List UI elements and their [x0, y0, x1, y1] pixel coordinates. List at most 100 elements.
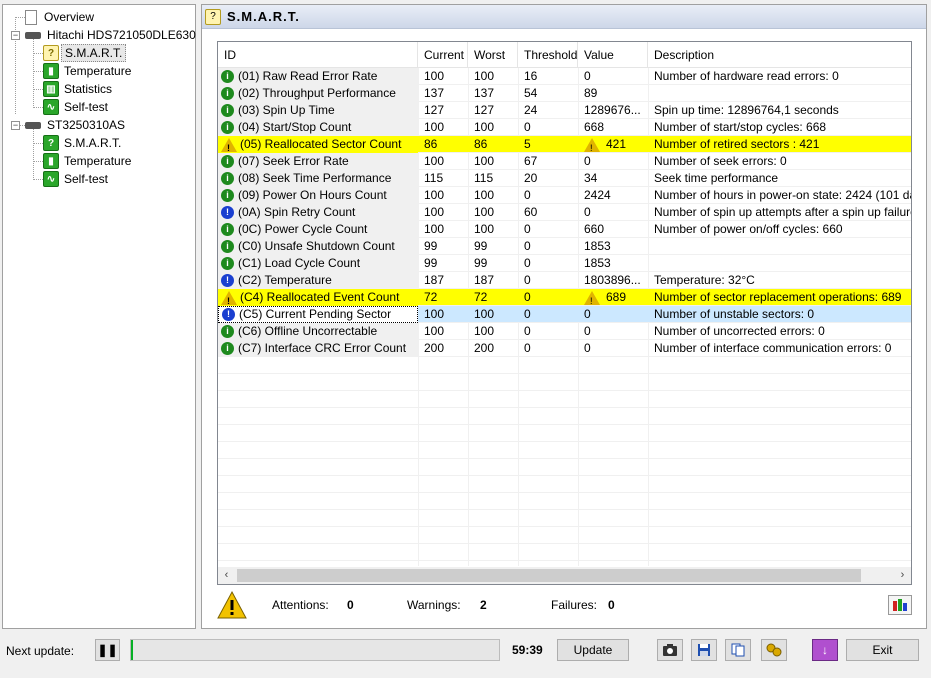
tree-item-smart-1[interactable]: ? S.M.A.R.T. — [43, 44, 127, 62]
ok-icon: i — [221, 240, 234, 253]
tree-item-selftest-1[interactable]: ∿ Self-test — [43, 98, 111, 116]
cell-text: 0 — [584, 205, 591, 219]
panel-title: S.M.A.R.T. — [227, 9, 300, 24]
cell-text: 100 — [424, 324, 445, 338]
table-row[interactable]: ! (0A) Spin Retry Count 100 100 60 0 Number of… — [218, 204, 911, 221]
tree-item-smart-2[interactable]: ? S.M.A.R.T. — [43, 134, 124, 152]
cell-id: ! (C5) Current Pending Sector — [218, 306, 418, 323]
cell-text: 100 — [474, 154, 495, 168]
cell-threshold: 0 — [518, 340, 578, 357]
tree-item-temperature-1[interactable]: ▮ Temperature — [43, 62, 134, 80]
scroll-left-icon[interactable]: ‹ — [218, 567, 235, 584]
table-row[interactable]: i (C0) Unsafe Shutdown Count 99 99 0 1853 — [218, 238, 911, 255]
tree-item-overview[interactable]: Overview — [25, 8, 97, 26]
table-row[interactable]: i (03) Spin Up Time 127 127 24 1289676... Spin… — [218, 102, 911, 119]
attribute-name: (0C) Power Cycle Count — [238, 222, 368, 236]
device-tree[interactable]: Overview − Hitachi HDS721050DLE630 ? S.M… — [2, 4, 196, 629]
expander-drive-1[interactable]: − — [11, 31, 20, 40]
hard-drive-icon — [25, 31, 41, 39]
cell-desc — [648, 238, 911, 255]
cell-text: 99 — [424, 256, 438, 270]
minimize-to-tray-button[interactable]: ↓ — [812, 639, 838, 661]
chart-button[interactable] — [888, 595, 912, 615]
cell-threshold: 0 — [518, 323, 578, 340]
cell-text: 100 — [474, 205, 495, 219]
cell-value: 0 — [578, 153, 648, 170]
cell-current: 187 — [418, 272, 468, 289]
cell-text: Number of seek errors: 0 — [654, 154, 787, 168]
failures-label: Failures: — [551, 598, 598, 612]
tree-item-label: Hitachi HDS721050DLE630 — [47, 28, 196, 42]
cell-desc: Number of start/stop cycles: 668 — [648, 119, 911, 136]
horizontal-scrollbar[interactable]: ‹ › — [218, 567, 911, 584]
ok-icon: i — [221, 121, 234, 134]
table-row[interactable]: i (07) Seek Error Rate 100 100 67 0 Number of … — [218, 153, 911, 170]
cell-text: 0 — [524, 341, 531, 355]
column-header-threshold[interactable]: Threshold — [518, 42, 578, 68]
cell-text: 34 — [584, 171, 598, 185]
table-row[interactable]: i (02) Throughput Performance 137 137 54 89 — [218, 85, 911, 102]
arrow-down-icon: ↓ — [822, 643, 828, 657]
tree-item-temperature-2[interactable]: ▮ Temperature — [43, 152, 134, 170]
copy-button[interactable] — [725, 639, 751, 661]
column-header-current[interactable]: Current — [418, 42, 468, 68]
column-header-id[interactable]: ID — [218, 42, 418, 68]
cell-text: 187 — [424, 273, 445, 287]
tree-item-selftest-2[interactable]: ∿ Self-test — [43, 170, 111, 188]
column-header-value[interactable]: Value — [578, 42, 648, 68]
table-row[interactable]: i (C7) Interface CRC Error Count 200 200 0 0 N… — [218, 340, 911, 357]
cell-worst: 100 — [468, 221, 518, 238]
table-row[interactable]: i (04) Start/Stop Count 100 100 0 668 Number o… — [218, 119, 911, 136]
cell-desc: Number of retired sectors : 421 — [648, 136, 911, 153]
cell-text: 115 — [424, 171, 444, 185]
settings-button[interactable] — [761, 639, 787, 661]
table-row[interactable]: (05) Reallocated Sector Count 86 86 5 421 Num… — [218, 136, 911, 153]
attribute-name: (04) Start/Stop Count — [238, 120, 352, 134]
table-row[interactable]: i (0C) Power Cycle Count 100 100 0 660 Number … — [218, 221, 911, 238]
warnings-count: 2 — [480, 598, 487, 612]
column-header-worst[interactable]: Worst — [468, 42, 518, 68]
grid-line — [218, 390, 911, 391]
scroll-right-icon[interactable]: › — [894, 567, 911, 584]
copy-icon — [731, 643, 745, 657]
scrollbar-thumb[interactable] — [237, 569, 861, 582]
exit-button[interactable]: Exit — [846, 639, 919, 661]
table-row[interactable]: i (08) Seek Time Performance 115 115 20 34 See… — [218, 170, 911, 187]
update-button[interactable]: Update — [557, 639, 629, 661]
cell-value: 660 — [578, 221, 648, 238]
screenshot-button[interactable] — [657, 639, 683, 661]
tree-item-drive-2[interactable]: ST3250310AS — [25, 116, 128, 134]
pause-button[interactable]: ❚❚ — [95, 639, 120, 661]
smart-table[interactable]: ID Current Worst Threshold Value Descrip… — [217, 41, 912, 585]
cell-text: 0 — [584, 154, 591, 168]
cell-threshold: 54 — [518, 85, 578, 102]
table-row[interactable]: ! (C2) Temperature 187 187 0 1803896... Temper… — [218, 272, 911, 289]
cell-threshold: 0 — [518, 289, 578, 306]
table-row[interactable]: ! (C5) Current Pending Sector 100 100 0 0 Numb… — [218, 306, 911, 323]
attribute-name: (09) Power On Hours Count — [238, 188, 387, 202]
cell-text: Number of hours in power-on state: 2424 … — [654, 188, 911, 202]
cell-text: 100 — [424, 205, 445, 219]
ok-icon: i — [221, 155, 234, 168]
cell-text: 20 — [524, 171, 538, 185]
table-row[interactable]: (C4) Reallocated Event Count 72 72 0 689 Numb… — [218, 289, 911, 306]
table-row[interactable]: i (C1) Load Cycle Count 99 99 0 1853 — [218, 255, 911, 272]
tree-item-statistics-1[interactable]: ▥ Statistics — [43, 80, 115, 98]
cell-text: 689 — [606, 290, 627, 304]
tree-item-drive-1[interactable]: Hitachi HDS721050DLE630 — [25, 26, 199, 44]
hard-drive-icon — [25, 121, 41, 129]
cell-text: 1853 — [584, 256, 611, 270]
cell-text: 0 — [524, 120, 531, 134]
cell-text: 99 — [474, 256, 488, 270]
column-header-description[interactable]: Description — [648, 42, 911, 68]
table-row[interactable]: i (01) Raw Read Error Rate 100 100 16 0 Number… — [218, 68, 911, 85]
save-button[interactable] — [691, 639, 717, 661]
table-row[interactable]: i (C6) Offline Uncorrectable 100 100 0 0 Numbe… — [218, 323, 911, 340]
table-row[interactable]: i (09) Power On Hours Count 100 100 0 2424 Num… — [218, 187, 911, 204]
smart-panel: ? S.M.A.R.T. ID Current Worst Threshold … — [201, 4, 927, 629]
expander-drive-2[interactable]: − — [11, 121, 20, 130]
attribute-name: (07) Seek Error Rate — [238, 154, 349, 168]
cell-text: 137 — [424, 86, 445, 100]
ok-icon: i — [221, 104, 234, 117]
bulb-icon: ? — [43, 45, 59, 61]
